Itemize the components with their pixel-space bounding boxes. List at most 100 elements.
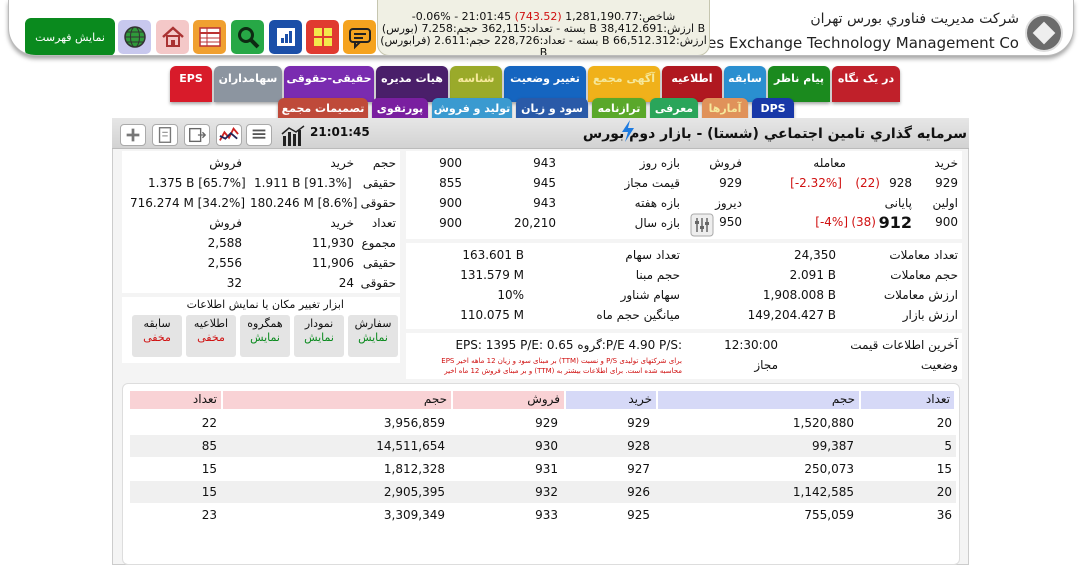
chart-book-icon[interactable]	[269, 20, 302, 54]
display-tool-3[interactable]: اطلاعیه مخفی	[186, 315, 236, 357]
document-icon[interactable]	[152, 124, 178, 146]
lr-legal-label: حقوقی	[360, 196, 396, 210]
add-icon[interactable]	[120, 124, 146, 146]
ob-cell-count-sell: 15	[201, 485, 217, 499]
display-tool-1[interactable]: نمودار نمایش	[294, 315, 344, 357]
table-icon[interactable]	[193, 20, 226, 54]
price-header-sell: فروش	[709, 156, 742, 170]
share-stat-label: سهام شناور	[620, 288, 680, 302]
orderbook-row: 20 1,142,585 926 932 2,905,395 15	[130, 481, 956, 503]
display-tool-2[interactable]: همگروه نمایش	[240, 315, 290, 357]
tab-row2-7[interactable]: تصمیمات مجمع	[278, 98, 368, 120]
show-list-button[interactable]: نمایش فهرست	[25, 18, 115, 55]
lightning-icon	[622, 120, 634, 142]
lr-count-sell: 32	[226, 276, 242, 290]
ob-cell-volume-buy: 99,387	[812, 439, 854, 453]
lr-legal-sell: 716.274 M [34.2%]	[130, 196, 246, 210]
yesterday-price: 950	[719, 215, 742, 229]
display-tool-4[interactable]: سابقه مخفی	[132, 315, 182, 357]
price-header-buy: خرید	[934, 156, 958, 170]
tab-row2-2[interactable]: معرفی	[650, 98, 698, 120]
range-low: 900	[439, 196, 462, 210]
stat-value: 1,908.008 B	[762, 288, 836, 302]
list-view-icon[interactable]	[246, 124, 272, 146]
range-high: 943	[533, 196, 556, 210]
ob-cell-count-buy: 36	[936, 508, 952, 522]
tsetmc-logo	[1025, 14, 1063, 52]
tab-row1-9[interactable]: سهامداران	[214, 66, 282, 102]
symbol-time: 21:01:45	[310, 125, 370, 139]
eps-note-line2[interactable]: و بر مبنای فروش 12 ماه اخیر (TTM) محاسبه…	[444, 367, 682, 375]
orderbook: تعداد حجم خرید فروش حجم تعداد 20 1,520,88…	[122, 383, 960, 565]
share-stat-value: 10%	[497, 288, 524, 302]
lr-count-sell: 2,588	[207, 236, 242, 250]
display-tool-0[interactable]: سفارش نمایش	[348, 315, 398, 357]
lr-header-sell: فروش	[209, 156, 242, 170]
tab-row1-7[interactable]: هیات مدیره	[376, 66, 448, 102]
share-stat-label: تعداد سهام	[625, 248, 680, 262]
orderbook-row: 36 755,059 925 933 3,309,349 23	[130, 504, 956, 526]
search-icon[interactable]	[231, 20, 264, 54]
ob-cell-volume-buy: 1,142,585	[792, 485, 854, 499]
display-tool-state: مخفی	[197, 331, 225, 344]
first-price: 900	[935, 215, 958, 229]
tab-row2-6[interactable]: پورتفوی	[372, 98, 428, 120]
shares-stats-box: تعداد سهام 163.601 B حجم مبنا 131.579 M سهام…	[406, 243, 686, 329]
ob-header-volume-sell: حجم	[223, 391, 451, 409]
label-final: پایانی	[884, 196, 912, 210]
ob-cell-price-sell: 929	[535, 416, 558, 430]
tab-row1-0[interactable]: در یک نگاه	[832, 66, 900, 102]
last-update-value: 12:30:00	[724, 338, 778, 352]
last-trade-pct: [-2.32%]	[790, 176, 842, 190]
ob-cell-count-sell: 22	[201, 416, 217, 430]
status-box: آخرین اطلاعات قیمت 12:30:00 وضعیت مجاز	[686, 333, 962, 379]
tab-row2-0[interactable]: DPS	[752, 98, 794, 120]
tab-row1-1[interactable]: پیام ناظر	[768, 66, 830, 102]
tab-row1-5[interactable]: تغییر وضعیت	[504, 66, 586, 102]
ob-cell-price-sell: 931	[535, 462, 558, 476]
ob-cell-count-sell: 85	[201, 439, 217, 453]
ob-cell-price-buy: 927	[627, 462, 650, 476]
tab-row2-3[interactable]: ترازنامه	[592, 98, 646, 120]
lr-count-buy: 11,906	[312, 256, 354, 270]
tab-row1-8[interactable]: حقیقی-حقوقی	[284, 66, 374, 102]
tab-row2-4[interactable]: سود و زیان	[516, 98, 588, 120]
lr-header-sell-count: فروش	[209, 216, 242, 230]
last-update-label: آخرین اطلاعات قیمت	[850, 338, 958, 352]
price-header-trade: معامله	[813, 156, 846, 170]
tab-row1-10[interactable]: EPS	[170, 66, 212, 102]
lr-legal-buy: 180.246 M [8.6%]	[250, 196, 358, 210]
ob-cell-volume-buy: 250,073	[804, 462, 854, 476]
ob-cell-count-sell: 15	[201, 462, 217, 476]
display-tool-state: نمایش	[358, 331, 388, 344]
home-icon[interactable]	[156, 20, 189, 54]
display-tool-state: مخفی	[143, 331, 171, 344]
tab-row2-1[interactable]: آمارها	[702, 98, 748, 120]
display-tool-state: نمایش	[304, 331, 334, 344]
tab-row1-3[interactable]: اطلاعیه	[662, 66, 722, 102]
range-high: 943	[533, 156, 556, 170]
compare-chart-icon[interactable]	[216, 124, 242, 146]
chat-icon[interactable]	[343, 20, 376, 54]
display-tool-state: نمایش	[250, 331, 280, 344]
ob-header-volume-buy: حجم	[658, 391, 859, 409]
tab-row1-4[interactable]: آگهی مجمع	[588, 66, 660, 102]
share-stat-label: حجم مبنا	[635, 268, 680, 282]
globe-icon[interactable]	[118, 20, 151, 54]
tab-row1-2[interactable]: سابقه	[724, 66, 766, 102]
tab-row2-5[interactable]: تولید و فروش	[432, 98, 512, 120]
chart-bars-icon[interactable]	[280, 124, 306, 148]
tab-row1-6[interactable]: شناسه	[450, 66, 502, 102]
lr-count-buy: 11,930	[312, 236, 354, 250]
ob-cell-count-buy: 15	[936, 462, 952, 476]
ob-cell-price-sell: 933	[535, 508, 558, 522]
grid-icon[interactable]	[306, 20, 339, 54]
export-icon[interactable]	[184, 124, 210, 146]
ob-cell-volume-sell: 3,309,349	[383, 508, 445, 522]
stat-label: حجم معاملات	[890, 268, 958, 282]
sliders-icon[interactable]	[690, 213, 714, 237]
market-index-ticker: -0.06% - 21:01:45 (743.52) شاخص:1,281,19…	[377, 0, 710, 55]
display-tool-label: اطلاعیه	[193, 317, 229, 330]
share-stat-value: 131.579 M	[460, 268, 524, 282]
symbol-title: سرمایه گذاري تامین اجتماعي (شستا) - بازا…	[582, 126, 967, 142]
